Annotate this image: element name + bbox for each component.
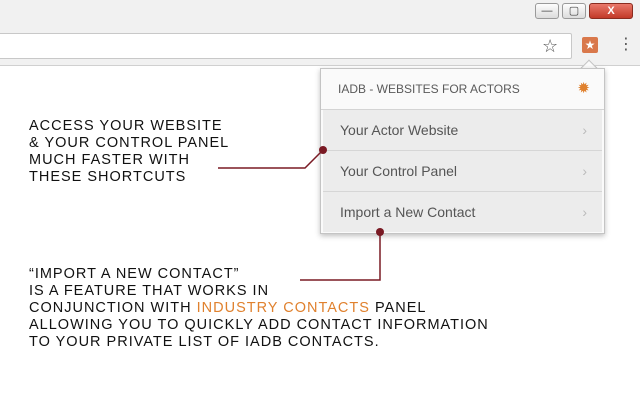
callout-line: IS A FEATURE THAT WORKS IN — [29, 283, 270, 299]
minimize-button[interactable]: — — [535, 3, 559, 19]
chevron-right-icon: › — [582, 204, 587, 220]
menu-item-actor-website[interactable]: Your Actor Website › — [323, 110, 602, 151]
shortcuts-callout: ACCESS YOUR WEBSITE & YOUR CONTROL PANEL… — [29, 118, 229, 186]
menu-item-control-panel[interactable]: Your Control Panel › — [323, 151, 602, 192]
address-bar[interactable]: ☆ — [0, 33, 572, 59]
connector-line-1 — [218, 149, 324, 169]
callout-line: ALLOWING YOU TO QUICKLY ADD CONTACT INFO… — [29, 317, 489, 333]
extension-icon[interactable]: ★ — [582, 37, 598, 53]
star-icon[interactable]: ☆ — [542, 35, 558, 57]
menu-item-label: Import a New Contact — [340, 204, 476, 220]
extension-popup: IADB - WEBSITES FOR ACTORS ✹ Your Actor … — [320, 68, 605, 234]
callout-line: ACCESS YOUR WEBSITE — [29, 118, 223, 134]
callout-line: CONJUNCTION WITH INDUSTRY CONTACTS PANEL — [29, 300, 489, 317]
chevron-right-icon: › — [582, 122, 587, 138]
callout-line: TO YOUR PRIVATE LIST OF IADB CONTACTS. — [29, 334, 380, 350]
menu-item-label: Your Actor Website — [340, 122, 459, 138]
menu-item-label: Your Control Panel — [340, 163, 458, 179]
industry-contacts-highlight: INDUSTRY CONTACTS — [196, 300, 370, 316]
callout-text: CONJUNCTION WITH — [29, 300, 197, 316]
title-bar: — ▢ X — [0, 0, 640, 26]
import-contact-callout: “IMPORT A NEW CONTACT” IS A FEATURE THAT… — [29, 266, 489, 351]
callout-line: “IMPORT A NEW CONTACT” — [29, 266, 240, 282]
callout-text: PANEL — [369, 300, 427, 316]
maximize-button[interactable]: ▢ — [562, 3, 586, 19]
popup-title: IADB - WEBSITES FOR ACTORS — [338, 82, 520, 96]
browser-toolbar: ☆ — [0, 26, 640, 66]
close-button[interactable]: X — [589, 3, 633, 19]
callout-line: THESE SHORTCUTS — [29, 169, 187, 185]
callout-line: MUCH FASTER WITH — [29, 152, 190, 168]
menu-item-import-contact[interactable]: Import a New Contact › — [323, 192, 602, 232]
menu-icon[interactable]: ⋮ — [618, 35, 634, 55]
callout-line: & YOUR CONTROL PANEL — [29, 135, 230, 151]
popup-header: IADB - WEBSITES FOR ACTORS ✹ — [321, 69, 604, 110]
gear-icon[interactable]: ✹ — [577, 69, 590, 109]
chevron-right-icon: › — [582, 163, 587, 179]
